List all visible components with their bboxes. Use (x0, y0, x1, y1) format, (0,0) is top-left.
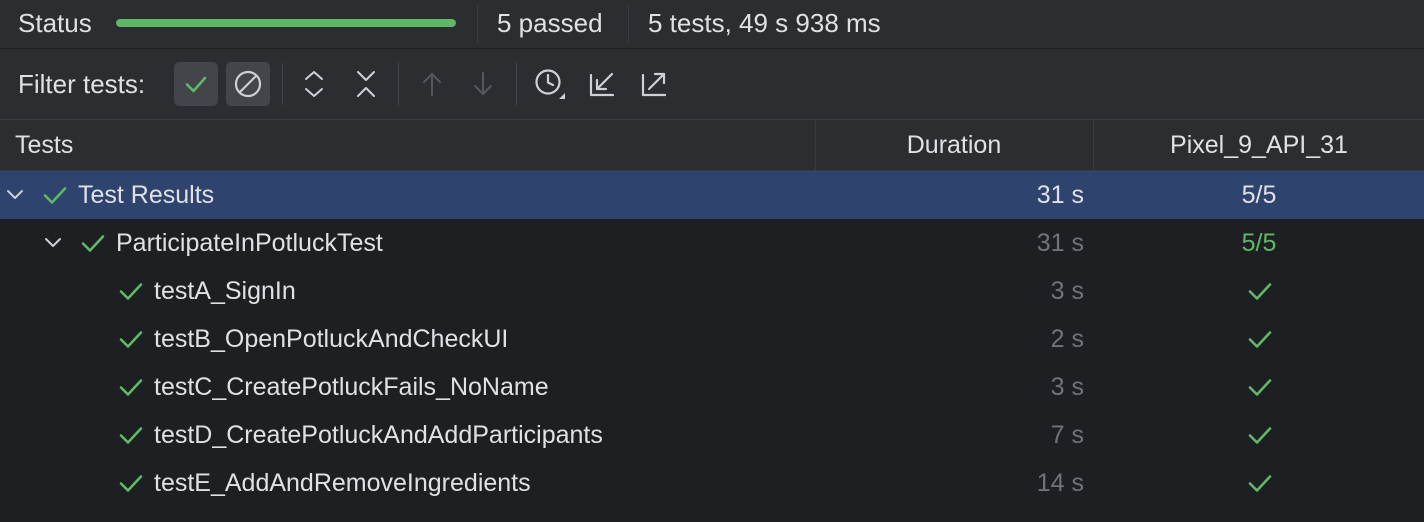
export-tests-icon (641, 72, 667, 97)
collapse-all-icon (357, 71, 375, 97)
arrow-down-icon (474, 72, 492, 95)
chevron-down-icon[interactable] (4, 183, 26, 205)
test-name: ParticipateInPotluckTest (116, 229, 383, 257)
device-passed-icon (1246, 374, 1274, 400)
check-icon (1248, 331, 1272, 348)
device-passed-icon (1246, 422, 1274, 448)
export-tests-button[interactable] (632, 62, 676, 106)
check-icon (119, 331, 143, 348)
show-passed-icon (185, 76, 207, 93)
test-name: testD_CreatePotluckAndAddParticipants (154, 421, 603, 449)
toolbar-separator (282, 63, 283, 105)
test-tree-row[interactable]: ParticipateInPotluckTest 31 s 5/5 (0, 219, 1424, 267)
arrow-up-icon (423, 73, 441, 96)
device-passed-icon (1246, 470, 1274, 496)
column-header-duration[interactable]: Duration (816, 131, 1092, 160)
test-duration: 3 s (1050, 277, 1084, 305)
passed-status-icon (118, 470, 144, 496)
test-duration: 7 s (1050, 421, 1084, 449)
expand-toggle[interactable] (42, 231, 64, 253)
device-result: 5/5 (1241, 181, 1277, 209)
device-passed-icon (1246, 278, 1274, 304)
run-summary: 5 tests, 49 s 938 ms (648, 8, 881, 38)
device-passed-icon (1246, 326, 1274, 352)
import-tests-icon (589, 72, 615, 97)
test-tree-row[interactable]: testD_CreatePotluckAndAddParticipants 7 s (0, 411, 1424, 459)
import-tests-button[interactable] (580, 62, 624, 106)
expand-all-icon (305, 71, 323, 97)
column-header-device[interactable]: Pixel_9_API_31 (1094, 131, 1424, 160)
toolbar-separator (398, 63, 399, 105)
test-tree-row[interactable]: testB_OpenPotluckAndCheckUI 2 s (0, 315, 1424, 363)
status-divider (477, 5, 478, 43)
show-passed-button[interactable] (174, 62, 218, 106)
test-name: testA_SignIn (154, 277, 296, 305)
check-icon (1248, 283, 1272, 300)
test-duration: 3 s (1050, 373, 1084, 401)
test-tree-row[interactable]: testE_AddAndRemoveIngredients 14 s (0, 459, 1424, 507)
passed-count: 5 passed (497, 8, 603, 38)
test-history-button[interactable] (528, 62, 572, 106)
test-duration: 31 s (1036, 229, 1084, 257)
status-divider (628, 5, 629, 43)
test-duration: 2 s (1050, 325, 1084, 353)
check-icon (119, 475, 143, 492)
passed-status-icon (80, 230, 106, 256)
status-bar: Status 5 passed 5 tests, 49 s 938 ms (0, 0, 1424, 49)
test-progress-fill (116, 19, 456, 27)
passed-status-icon (118, 278, 144, 304)
next-failed-button[interactable] (461, 62, 505, 106)
clock-icon (535, 69, 565, 99)
device-result: 5/5 (1241, 229, 1277, 257)
filter-toolbar: Filter tests: (0, 49, 1424, 120)
passed-status-icon (42, 182, 68, 208)
test-tree-row[interactable]: testA_SignIn 3 s (0, 267, 1424, 315)
status-label: Status (18, 8, 92, 38)
passed-status-icon (118, 422, 144, 448)
check-icon (119, 427, 143, 444)
chevron-down-icon[interactable] (42, 231, 64, 253)
test-tree-row[interactable]: testC_CreatePotluckFails_NoName 3 s (0, 363, 1424, 411)
expand-all-button[interactable] (292, 62, 336, 106)
test-results-tree: Test Results 31 s 5/5 ParticipateInPotluckT… (0, 171, 1424, 507)
test-name: testB_OpenPotluckAndCheckUI (154, 325, 509, 353)
toolbar-separator (516, 63, 517, 105)
check-icon (43, 187, 67, 204)
test-name: Test Results (78, 181, 215, 209)
check-icon (81, 235, 105, 252)
test-name: testC_CreatePotluckFails_NoName (154, 373, 549, 401)
test-progress-bar (116, 19, 456, 27)
passed-status-icon (118, 374, 144, 400)
test-name: testE_AddAndRemoveIngredients (154, 469, 531, 497)
show-ignored-button[interactable] (226, 62, 270, 106)
results-table-header: Tests Duration Pixel_9_API_31 (0, 120, 1424, 171)
passed-status-icon (118, 326, 144, 352)
check-icon (1248, 475, 1272, 492)
check-icon (1248, 427, 1272, 444)
check-icon (1248, 379, 1272, 396)
column-header-tests[interactable]: Tests (15, 131, 73, 160)
check-icon (119, 283, 143, 300)
show-ignored-icon (234, 70, 262, 98)
previous-failed-button[interactable] (410, 62, 454, 106)
test-tree-row[interactable]: Test Results 31 s 5/5 (0, 171, 1424, 219)
test-duration: 14 s (1036, 469, 1084, 497)
expand-toggle[interactable] (4, 183, 26, 205)
collapse-all-button[interactable] (344, 62, 388, 106)
check-icon (119, 379, 143, 396)
test-duration: 31 s (1036, 181, 1084, 209)
filter-label: Filter tests: (18, 69, 146, 99)
